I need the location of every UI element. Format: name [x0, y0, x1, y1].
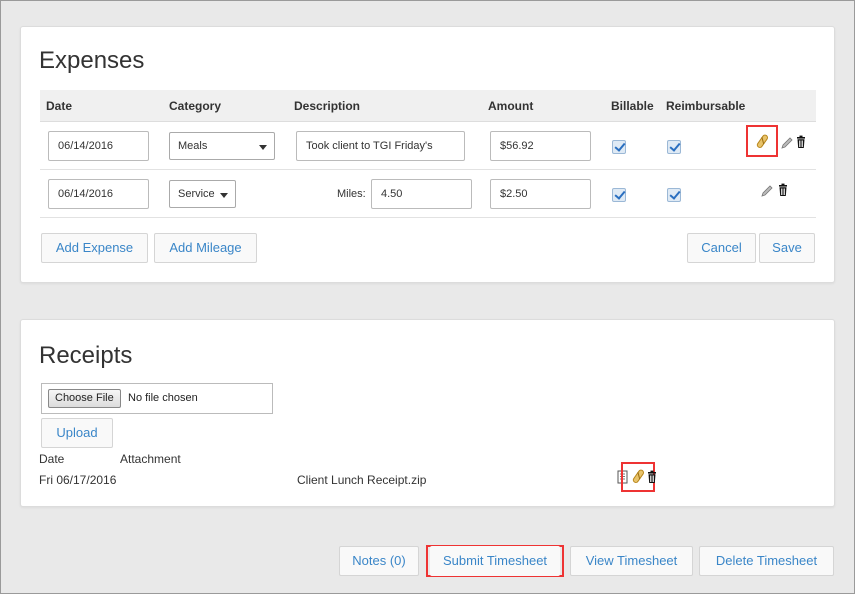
expense-row: 06/14/2016 Service Miles: 4.50 $2.50 — [40, 170, 816, 218]
add-mileage-button[interactable]: Add Mileage — [154, 233, 257, 263]
trash-icon[interactable] — [776, 183, 790, 197]
expenses-panel: Expenses Date Category Description Amoun… — [20, 26, 835, 283]
reimbursable-checkbox[interactable] — [667, 188, 681, 202]
billable-checkbox[interactable] — [612, 140, 626, 154]
date-input[interactable]: 06/14/2016 — [48, 179, 149, 209]
col-amount: Amount — [488, 99, 534, 113]
description-input[interactable]: Took client to TGI Friday's — [296, 131, 465, 161]
col-description: Description — [294, 99, 361, 113]
chevron-down-icon — [220, 193, 228, 198]
billable-checkbox[interactable] — [612, 188, 626, 202]
col-attachment: Attachment — [120, 452, 181, 466]
edit-icon[interactable] — [780, 136, 794, 150]
file-input[interactable]: Choose File No file chosen — [41, 383, 273, 414]
trash-icon[interactable] — [794, 135, 808, 149]
choose-file-button[interactable]: Choose File — [48, 389, 121, 408]
receipts-title: Receipts — [39, 342, 133, 369]
col-category: Category — [169, 99, 222, 113]
receipts-panel: Receipts Choose File No file chosen Uplo… — [20, 319, 835, 507]
reimbursable-checkbox[interactable] — [667, 140, 681, 154]
expenses-table-header: Date Category Description Amount Billabl… — [40, 90, 816, 122]
col-reimbursable: Reimbursable — [666, 99, 746, 113]
col-receipt-date: Date — [39, 452, 65, 466]
miles-label: Miles: — [337, 188, 366, 200]
category-value: Service — [178, 188, 215, 200]
delete-timesheet-button[interactable]: Delete Timesheet — [699, 546, 834, 576]
edit-icon[interactable] — [760, 184, 774, 198]
date-input[interactable]: 06/14/2016 — [48, 131, 149, 161]
add-expense-button[interactable]: Add Expense — [41, 233, 148, 263]
miles-input[interactable]: 4.50 — [371, 179, 472, 209]
view-timesheet-button[interactable]: View Timesheet — [570, 546, 693, 576]
save-button[interactable]: Save — [759, 233, 815, 263]
paperclip-icon[interactable] — [754, 133, 770, 149]
cancel-button[interactable]: Cancel — [687, 233, 756, 263]
receipt-date: Fri 06/17/2016 — [39, 473, 117, 487]
chevron-down-icon — [259, 145, 267, 150]
notes-button[interactable]: Notes (0) — [339, 546, 419, 576]
category-select[interactable]: Meals — [169, 132, 275, 160]
amount-input[interactable]: $2.50 — [490, 179, 591, 209]
upload-button[interactable]: Upload — [41, 418, 113, 448]
category-value: Meals — [178, 140, 208, 152]
expense-row: 06/14/2016 Meals Took client to TGI Frid… — [40, 122, 816, 170]
file-status: No file chosen — [128, 392, 198, 404]
paperclip-icon[interactable] — [630, 468, 646, 484]
col-billable: Billable — [611, 99, 654, 113]
trash-icon[interactable] — [645, 470, 659, 484]
category-select[interactable]: Service — [169, 180, 236, 208]
submit-timesheet-button[interactable]: Submit Timesheet — [430, 546, 560, 576]
col-date: Date — [46, 99, 73, 113]
amount-input[interactable]: $56.92 — [490, 131, 591, 161]
expenses-title: Expenses — [39, 47, 145, 74]
receipt-attachment: Client Lunch Receipt.zip — [297, 473, 427, 487]
